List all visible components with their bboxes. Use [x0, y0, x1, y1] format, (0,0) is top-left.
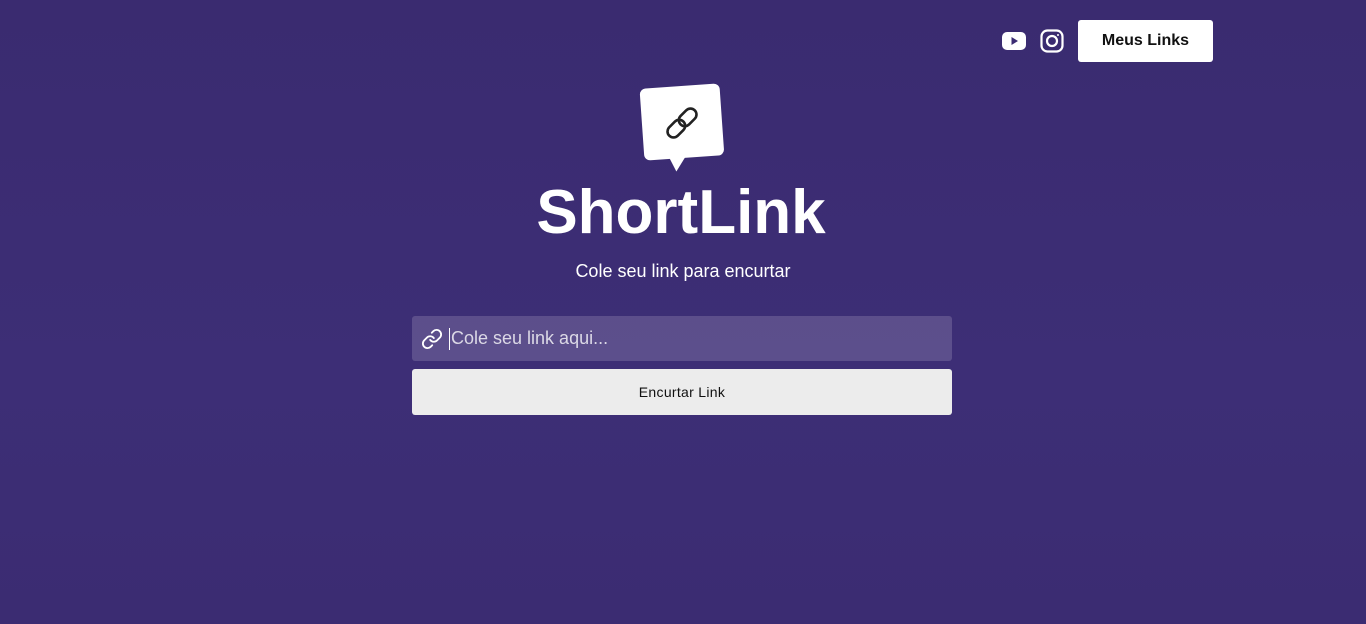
youtube-icon[interactable] [1000, 27, 1028, 55]
my-links-button[interactable]: Meus Links [1078, 20, 1213, 62]
link-input[interactable] [449, 327, 952, 350]
shorten-link-button[interactable]: Encurtar Link [412, 369, 952, 415]
link-input-wrapper [412, 316, 952, 361]
logo [639, 83, 725, 175]
subtitle: Cole seu link para encurtar [575, 261, 791, 281]
instagram-icon[interactable] [1038, 27, 1066, 55]
top-nav: Meus Links [1000, 20, 1213, 62]
link-icon [421, 328, 443, 350]
chain-link-icon [639, 83, 724, 172]
app-title: ShortLink [536, 178, 826, 247]
